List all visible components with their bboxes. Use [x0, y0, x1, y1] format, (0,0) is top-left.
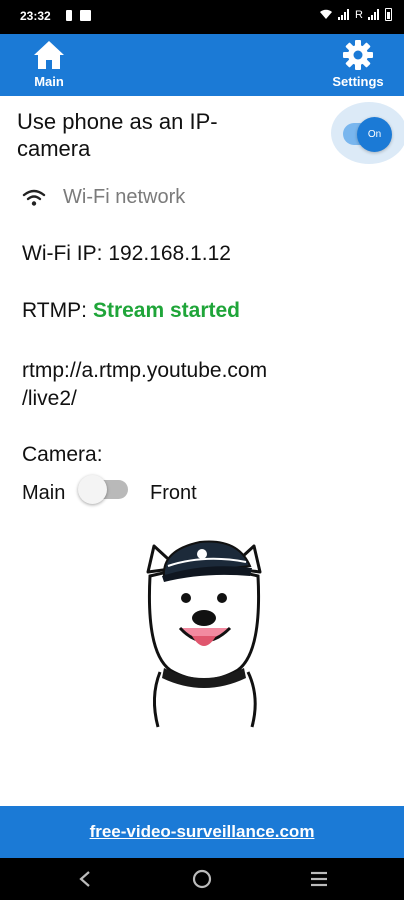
app-bar: Main Settings — [0, 34, 404, 96]
dog-captain-mascot — [146, 540, 262, 728]
sd-card-icon — [66, 10, 72, 21]
gear-icon — [343, 40, 373, 70]
camera-switch-thumb[interactable] — [78, 475, 107, 504]
recents-icon[interactable] — [306, 866, 332, 892]
website-link[interactable]: free-video-surveillance.com — [90, 822, 315, 842]
back-icon[interactable] — [72, 866, 98, 892]
wifi-network-row: Wi-Fi network — [22, 186, 185, 209]
camera-main-label: Main — [22, 482, 66, 504]
system-nav-bar — [0, 858, 404, 900]
camera-front-label: Front — [150, 482, 197, 504]
status-time: 23:32 — [20, 9, 51, 23]
wifi-ip-text: Wi-Fi IP: 192.168.1.12 — [22, 242, 231, 265]
switch-state-label: On — [367, 129, 382, 140]
camera-label: Camera: — [22, 443, 103, 466]
wifi-network-label: Wi-Fi network — [63, 186, 186, 208]
ip-camera-switch-thumb[interactable]: On — [357, 117, 392, 152]
rtmp-url: rtmp://a.rtmp.youtube.com /live2/ — [22, 359, 268, 410]
footer: free-video-surveillance.com — [0, 806, 404, 858]
ip-camera-title: Use phone as an IP-camera — [17, 109, 218, 161]
wifi-icon — [22, 189, 46, 206]
roaming-signal-icon — [368, 9, 380, 20]
home-circle-icon[interactable] — [189, 866, 215, 892]
wifi-status-icon — [320, 9, 333, 19]
status-bar: 23:32 R — [0, 0, 404, 34]
home-icon — [34, 41, 64, 69]
tab-settings[interactable]: Settings — [326, 38, 390, 89]
rtmp-label: RTMP: — [22, 299, 87, 322]
carrier-text: R — [355, 8, 363, 21]
rtmp-status: Stream started — [92, 299, 241, 322]
signal-icon — [338, 9, 350, 20]
battery-icon — [385, 8, 392, 21]
rtmp-row: RTMP: Stream started — [22, 299, 240, 323]
tab-main-label: Main — [34, 74, 64, 89]
square-notification-icon — [80, 10, 91, 21]
tab-main[interactable]: Main — [24, 38, 74, 89]
tab-settings-label: Settings — [332, 74, 384, 89]
